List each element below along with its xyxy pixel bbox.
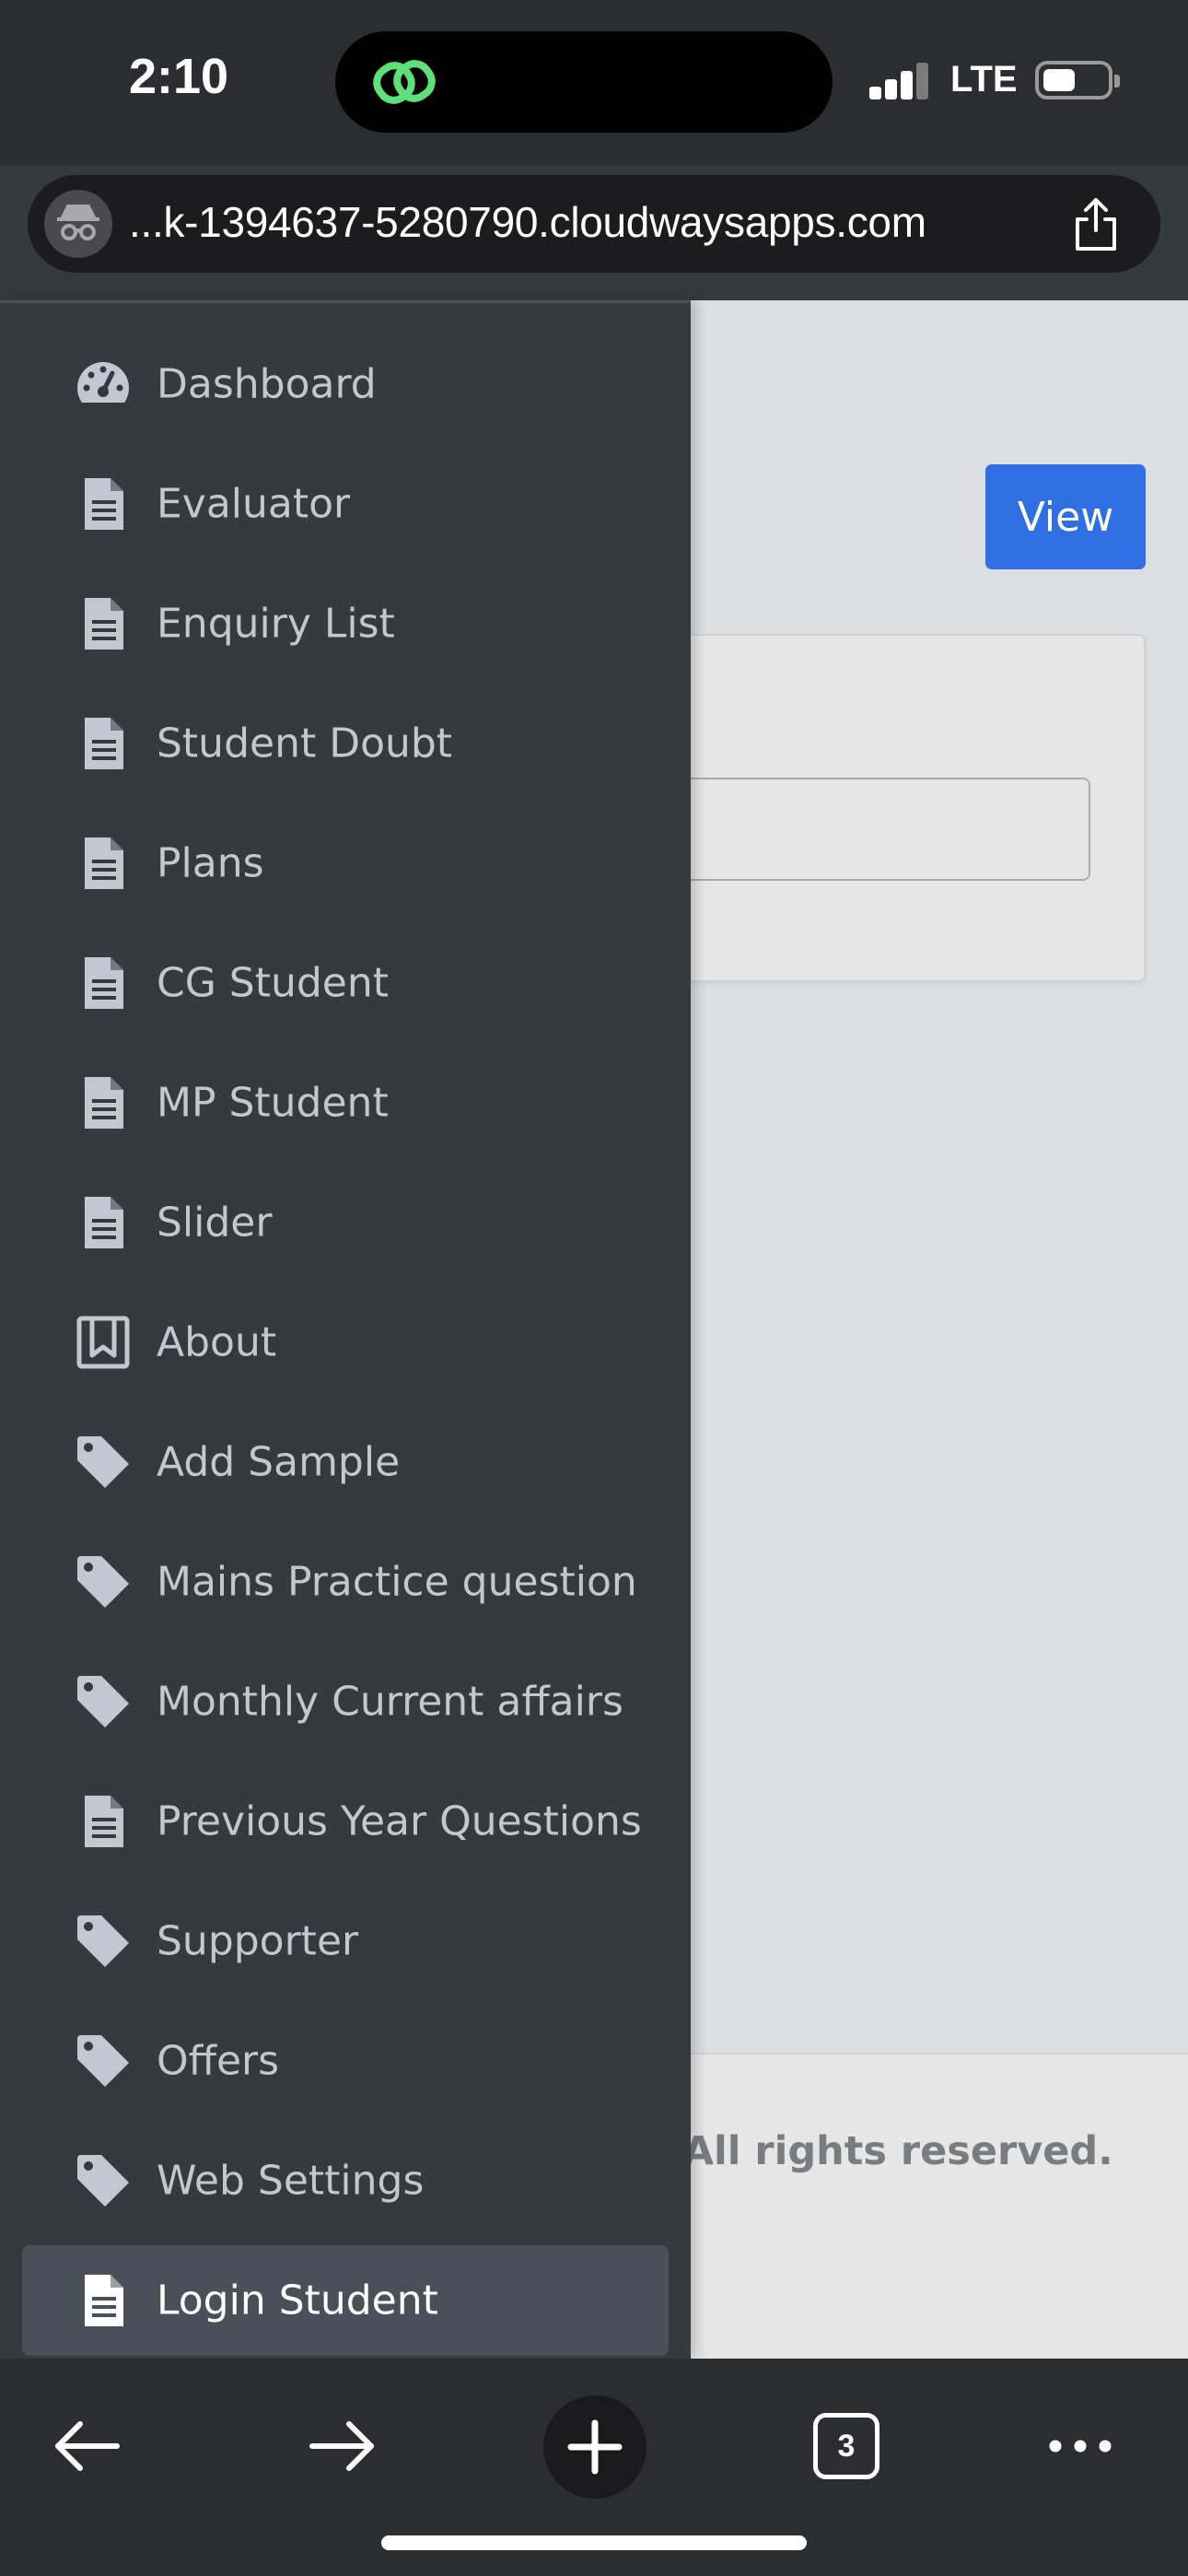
cellular-signal-icon <box>869 63 930 100</box>
tag-icon <box>74 1912 133 1971</box>
file-icon <box>74 594 133 653</box>
share-icon[interactable] <box>1068 195 1124 252</box>
sidebar-item-dashboard[interactable]: Dashboard <box>22 329 669 439</box>
sidebar-item-label: Web Settings <box>157 2157 425 2205</box>
file-icon <box>74 1193 133 1252</box>
arrow-right-icon <box>309 2421 374 2471</box>
forward-button[interactable] <box>291 2395 392 2497</box>
sidebar-item-label: Student Doubt <box>157 720 453 767</box>
sidebar-item-plans[interactable]: Plans <box>22 808 669 919</box>
ios-status-bar: 2:10 LTE <box>0 0 1188 166</box>
sidebar-item-label: Mains Practice question <box>157 1558 637 1606</box>
bookmark-icon <box>74 1313 133 1372</box>
sidebar-item-mains-practice-question[interactable]: Mains Practice question <box>22 1527 669 1637</box>
sidebar-item-student-doubt[interactable]: Student Doubt <box>22 688 669 799</box>
tag-icon <box>74 1433 133 1492</box>
sidebar-item-label: Login Student <box>157 2277 438 2324</box>
address-bar[interactable]: ...k-1394637-5280790.cloudwaysapps.com <box>28 175 1160 273</box>
sidebar-item-label: Enquiry List <box>157 600 395 648</box>
network-type: LTE <box>950 59 1018 100</box>
sidebar-item-label: Monthly Current affairs <box>157 1678 623 1726</box>
new-tab-button[interactable] <box>543 2395 646 2499</box>
battery-icon <box>1035 61 1120 100</box>
file-icon <box>74 1073 133 1132</box>
tabs-button[interactable]: 3 <box>796 2395 897 2497</box>
file-icon <box>74 1792 133 1851</box>
file-icon <box>74 714 133 773</box>
sidebar-item-about[interactable]: About <box>22 1287 669 1398</box>
sidebar-item-supporter[interactable]: Supporter <box>22 1886 669 1996</box>
tag-icon <box>74 2151 133 2210</box>
sidebar-item-label: Slider <box>157 1199 273 1247</box>
file-icon <box>74 2271 133 2330</box>
sidebar-item-label: Evaluator <box>157 480 351 528</box>
sidebar-item-label: Dashboard <box>157 360 377 408</box>
tachometer-icon <box>74 355 133 414</box>
home-indicator[interactable] <box>381 2535 807 2550</box>
file-icon <box>74 474 133 533</box>
sidebar-item-label: Supporter <box>157 1917 359 1965</box>
card-input-field[interactable] <box>645 778 1090 881</box>
sidebar-item-label: Plans <box>157 839 264 887</box>
incognito-icon[interactable] <box>44 190 112 258</box>
back-button[interactable] <box>37 2395 138 2497</box>
sidebar-item-label: CG Student <box>157 959 390 1007</box>
sidebar-item-label: Previous Year Questions <box>157 1797 642 1845</box>
sidebar-item-web-settings[interactable]: Web Settings <box>22 2125 669 2236</box>
more-menu-button[interactable] <box>1030 2395 1131 2497</box>
sidebar-item-label: MP Student <box>157 1079 389 1127</box>
sidebar-item-offers[interactable]: Offers <box>22 2006 669 2116</box>
tag-icon <box>74 1672 133 1731</box>
page-footer: rld All rights reserved. <box>608 2053 1188 2359</box>
sidebar-item-label: Add Sample <box>157 1438 401 1486</box>
file-icon <box>74 834 133 893</box>
sidebar-nav: Dashboard Evaluator Enquiry List Student… <box>0 300 691 2359</box>
file-icon <box>74 954 133 1013</box>
sidebar-item-evaluator[interactable]: Evaluator <box>22 449 669 559</box>
tag-icon <box>74 1552 133 1611</box>
view-button[interactable]: View <box>985 464 1146 569</box>
sidebar-item-monthly-current-affairs[interactable]: Monthly Current affairs <box>22 1646 669 1757</box>
sidebar-item-login-student[interactable]: Login Student <box>22 2245 669 2356</box>
tag-icon <box>74 2032 133 2090</box>
dynamic-island <box>335 31 833 133</box>
status-time: 2:10 <box>129 49 229 104</box>
sidebar-item-previous-year-questions[interactable]: Previous Year Questions <box>22 1766 669 1877</box>
sidebar-item-add-sample[interactable]: Add Sample <box>22 1407 669 1517</box>
arrow-left-icon <box>55 2421 120 2471</box>
sidebar-item-cg-student[interactable]: CG Student <box>22 928 669 1038</box>
plus-icon <box>567 2419 623 2475</box>
url-text[interactable]: ...k-1394637-5280790.cloudwaysapps.com <box>129 197 926 247</box>
sidebar-item-label: About <box>157 1318 277 1366</box>
sidebar-item-mp-student[interactable]: MP Student <box>22 1048 669 1158</box>
sidebar-item-enquiry-list[interactable]: Enquiry List <box>22 568 669 679</box>
sidebar-item-label: Offers <box>157 2037 280 2085</box>
sidebar-item-slider[interactable]: Slider <box>22 1167 669 1278</box>
more-dots-icon <box>1049 2440 1112 2453</box>
tabs-count: 3 <box>813 2413 879 2479</box>
link-icon <box>373 60 436 104</box>
